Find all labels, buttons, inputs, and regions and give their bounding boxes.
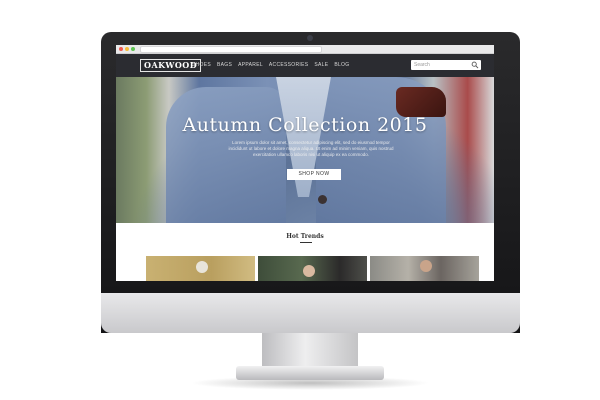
window-maximize-dot[interactable]	[131, 47, 135, 51]
menu-item-blog[interactable]: BLOG	[334, 61, 349, 69]
trend-thumbnail[interactable]	[146, 256, 255, 281]
monitor-stand-base	[236, 366, 384, 380]
hero-description: Lorem ipsum dolor sit amet, consectetur …	[228, 140, 394, 157]
hero-banner: Autumn Collection 2015 Lorem ipsum dolor…	[116, 77, 494, 223]
hot-trends-heading: Hot Trends	[286, 233, 324, 240]
search-placeholder: Search	[414, 62, 430, 68]
window-close-dot[interactable]	[119, 47, 123, 51]
hero-image-button	[318, 195, 327, 204]
address-bar[interactable]	[140, 46, 322, 53]
camera-icon	[307, 35, 313, 41]
trend-thumbnail-figure	[303, 265, 315, 277]
search-icon[interactable]	[471, 61, 479, 69]
hero-image-glove	[396, 87, 446, 117]
hot-trends-underline	[300, 242, 312, 243]
main-menu: SHOES BAGS APPAREL ACCESSORIES SALE BLOG	[192, 61, 349, 69]
menu-item-sale[interactable]: SALE	[314, 61, 328, 69]
trend-thumbnail[interactable]	[258, 256, 367, 281]
browser-toolbar	[116, 45, 494, 54]
trend-thumbnail-figure	[196, 261, 208, 273]
menu-item-accessories[interactable]: ACCESSORIES	[269, 61, 308, 69]
trend-thumbnail-figure	[420, 260, 432, 272]
screen: OAKWOOD SHOES BAGS APPAREL ACCESSORIES S…	[116, 45, 494, 281]
monitor-chin	[101, 293, 520, 333]
trend-thumbnail[interactable]	[370, 256, 479, 281]
search-input[interactable]: Search	[411, 60, 481, 70]
window-minimize-dot[interactable]	[125, 47, 129, 51]
menu-item-shoes[interactable]: SHOES	[192, 61, 211, 69]
hero-title: Autumn Collection 2015	[182, 114, 428, 136]
menu-item-apparel[interactable]: APPAREL	[238, 61, 263, 69]
shop-now-button[interactable]: SHOP NOW	[287, 169, 341, 180]
menu-item-bags[interactable]: BAGS	[217, 61, 232, 69]
site-navbar: OAKWOOD SHOES BAGS APPAREL ACCESSORIES S…	[116, 54, 494, 77]
